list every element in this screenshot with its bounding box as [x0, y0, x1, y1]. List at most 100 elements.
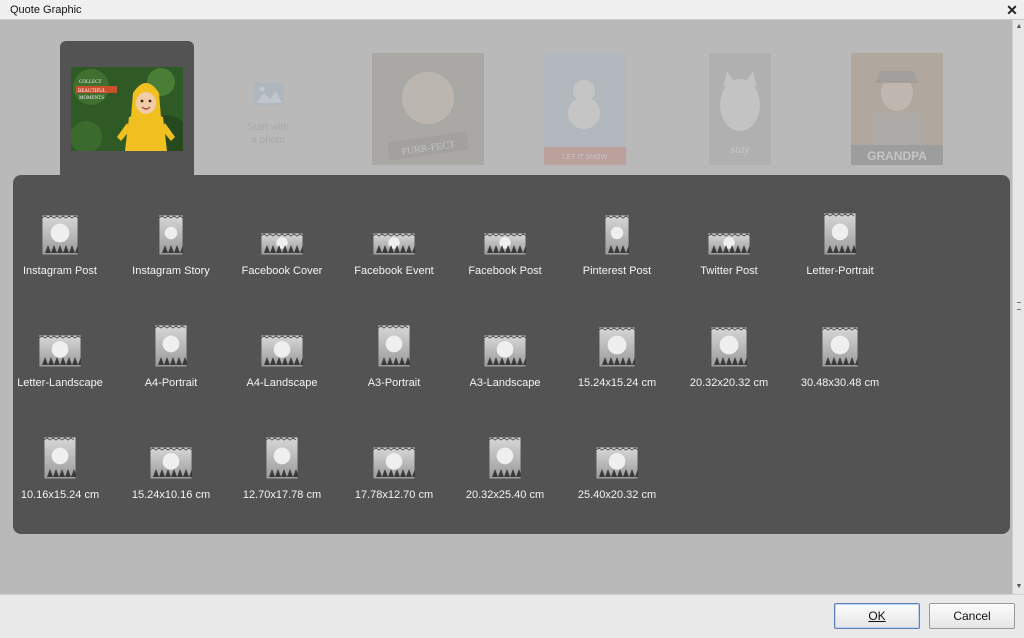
- size-preset-icon: [339, 203, 449, 255]
- thumb-purr-fect[interactable]: PURR-FECT: [372, 53, 484, 165]
- size-option-label: 20.32x20.32 cm: [689, 377, 769, 389]
- size-option-facebook-post[interactable]: Facebook Post: [450, 195, 560, 285]
- grandpa-text: GRANDPA: [867, 149, 927, 163]
- size-option-twitter-post[interactable]: Twitter Post: [674, 195, 784, 285]
- size-preset-icon: [674, 315, 784, 367]
- title-bar: Quote Graphic ✕: [0, 0, 1024, 20]
- size-option-letter-portrait[interactable]: Letter-Portrait: [785, 195, 895, 285]
- size-option-17-78x12-70-cm[interactable]: 17.78x12.70 cm: [339, 419, 449, 509]
- size-option-label: Facebook Event: [354, 265, 434, 277]
- size-preset-icon: [450, 203, 560, 255]
- size-option-a4-portrait[interactable]: A4-Portrait: [116, 307, 226, 397]
- size-option-10-16x15-24-cm[interactable]: 10.16x15.24 cm: [5, 419, 115, 509]
- size-option-label: A4-Portrait: [144, 377, 198, 389]
- size-option-label: 30.48x30.48 cm: [800, 377, 880, 389]
- thumb-start-with-photo[interactable]: Start with a photo: [212, 53, 324, 165]
- ok-button-label: OK: [868, 609, 886, 623]
- size-preset-icon: [562, 203, 672, 255]
- button-bar: OK Cancel: [0, 594, 1024, 638]
- size-preset-icon: [116, 315, 226, 367]
- size-option-15-24x10-16-cm[interactable]: 15.24x10.16 cm: [116, 419, 226, 509]
- size-preset-icon: [116, 203, 226, 255]
- size-option-label: Facebook Cover: [241, 265, 323, 277]
- size-option-facebook-event[interactable]: Facebook Event: [339, 195, 449, 285]
- dialog-content: COLLECT BEAUTIFUL MOMENTS Start with a p…: [0, 20, 1012, 594]
- thumb-grandpa[interactable]: GRANDPA: [851, 53, 943, 165]
- size-option-a4-landscape[interactable]: A4-Landscape: [227, 307, 337, 397]
- size-option-20-32x20-32-cm[interactable]: 20.32x20.32 cm: [674, 307, 784, 397]
- close-icon[interactable]: ✕: [1004, 2, 1020, 18]
- size-option-label: 17.78x12.70 cm: [354, 489, 434, 501]
- size-option-label: 15.24x10.16 cm: [131, 489, 211, 501]
- quote-graphic-dialog: Quote Graphic ✕ COLLECT BEAUTIFUL MOMENT…: [0, 0, 1024, 638]
- thumb-text-moments: MOMENTS: [79, 96, 104, 101]
- size-preset-icon: [562, 315, 672, 367]
- size-preset-icon: [5, 203, 115, 255]
- size-preset-icon: [5, 315, 115, 367]
- let-it-snow-text: LET IT SNOW: [563, 154, 608, 161]
- size-option-instagram-post[interactable]: Instagram Post: [5, 195, 115, 285]
- size-option-12-70x17-78-cm[interactable]: 12.70x17.78 cm: [227, 419, 337, 509]
- stay-text: stay: [730, 142, 750, 156]
- size-option-label: A3-Landscape: [469, 377, 541, 389]
- size-option-label: 12.70x17.78 cm: [242, 489, 322, 501]
- size-option-facebook-cover[interactable]: Facebook Cover: [227, 195, 337, 285]
- size-option-25-40x20-32-cm[interactable]: 25.40x20.32 cm: [562, 419, 672, 509]
- thumb-let-it-snow[interactable]: LET IT SNOW: [544, 53, 626, 165]
- size-preset-icon: [5, 427, 115, 479]
- size-option-instagram-story[interactable]: Instagram Story: [116, 195, 226, 285]
- stay-dog-image: stay: [709, 53, 771, 165]
- size-preset-icon: [227, 315, 337, 367]
- size-options-panel: Instagram Post Instagram Story Facebook Co…: [13, 175, 1010, 534]
- size-option-label: Twitter Post: [700, 265, 758, 277]
- size-option-label: 15.24x15.24 cm: [577, 377, 657, 389]
- collect-moments-image: COLLECT BEAUTIFUL MOMENTS: [71, 67, 183, 151]
- template-thumbnails: COLLECT BEAUTIFUL MOMENTS Start with a p…: [0, 20, 1012, 181]
- ok-button[interactable]: OK: [834, 603, 920, 629]
- photo-placeholder-icon: Start with a photo: [247, 83, 289, 146]
- size-option-label: Letter-Portrait: [806, 265, 874, 277]
- grandpa-image: GRANDPA: [851, 53, 943, 165]
- size-preset-icon: [562, 427, 672, 479]
- scroll-grip[interactable]: [1017, 302, 1021, 310]
- size-option-20-32x25-40-cm[interactable]: 20.32x25.40 cm: [450, 419, 560, 509]
- size-option-15-24x15-24-cm[interactable]: 15.24x15.24 cm: [562, 307, 672, 397]
- thumb-text-collect: COLLECT: [79, 80, 102, 85]
- size-option-label: Facebook Post: [468, 265, 542, 277]
- size-preset-icon: [785, 315, 895, 367]
- dialog-title: Quote Graphic: [10, 4, 82, 16]
- size-option-label: 20.32x25.40 cm: [465, 489, 545, 501]
- size-option-label: Instagram Post: [23, 265, 97, 277]
- size-option-label: Instagram Story: [132, 265, 210, 277]
- scroll-up-icon[interactable]: ▲: [1014, 21, 1024, 33]
- size-preset-icon: [785, 203, 895, 255]
- thumb-collect-beautiful-moments[interactable]: COLLECT BEAUTIFUL MOMENTS: [71, 67, 183, 151]
- size-option-label: A3-Portrait: [367, 377, 421, 389]
- start-with-text: Start with: [247, 122, 289, 133]
- thumb-stay[interactable]: stay: [709, 53, 771, 165]
- size-option-a3-portrait[interactable]: A3-Portrait: [339, 307, 449, 397]
- size-preset-icon: [339, 427, 449, 479]
- size-preset-icon: [227, 427, 337, 479]
- size-preset-icon: [674, 203, 784, 255]
- size-option-letter-landscape[interactable]: Letter-Landscape: [5, 307, 115, 397]
- size-option-a3-landscape[interactable]: A3-Landscape: [450, 307, 560, 397]
- size-option-label: A4-Landscape: [246, 377, 318, 389]
- size-option-pinterest-post[interactable]: Pinterest Post: [562, 195, 672, 285]
- size-preset-icon: [450, 315, 560, 367]
- size-preset-icon: [116, 427, 226, 479]
- size-option-label: Pinterest Post: [582, 265, 652, 277]
- size-option-label: 25.40x20.32 cm: [577, 489, 657, 501]
- size-preset-icon: [227, 203, 337, 255]
- size-option-30-48x30-48-cm[interactable]: 30.48x30.48 cm: [785, 307, 895, 397]
- cancel-button[interactable]: Cancel: [929, 603, 1015, 629]
- size-preset-icon: [339, 315, 449, 367]
- vertical-scrollbar[interactable]: ▲ ▼: [1012, 20, 1024, 594]
- a-photo-text: a photo: [251, 135, 285, 146]
- thumb-text-beautiful: BEAUTIFUL: [78, 89, 106, 94]
- let-it-snow-image: LET IT SNOW: [544, 53, 626, 165]
- size-option-label: Letter-Landscape: [17, 377, 103, 389]
- scroll-down-icon[interactable]: ▼: [1014, 581, 1024, 593]
- size-option-label: 10.16x15.24 cm: [20, 489, 100, 501]
- purr-fect-image: PURR-FECT: [372, 53, 484, 165]
